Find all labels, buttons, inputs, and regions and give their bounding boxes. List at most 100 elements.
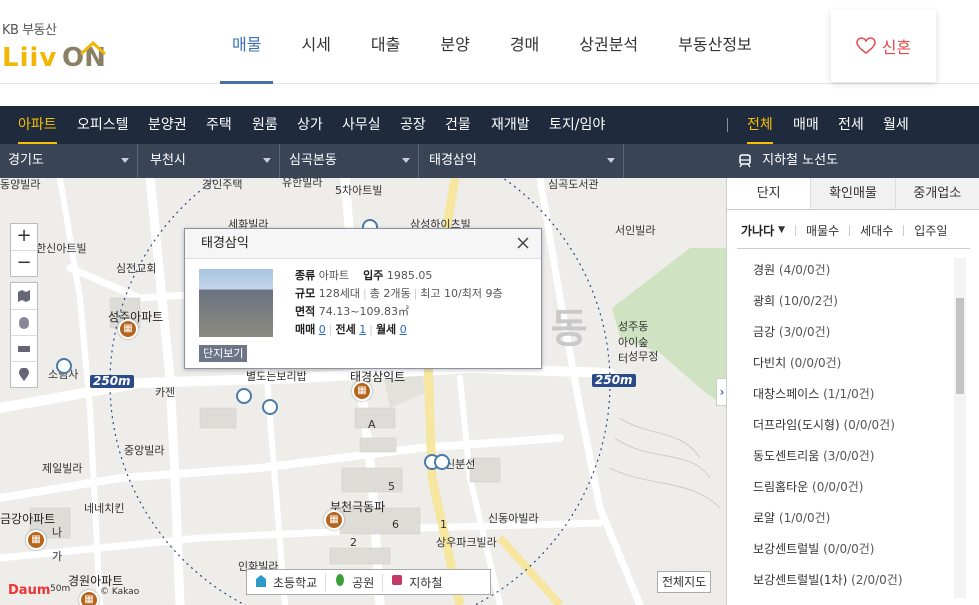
jeonse-count-link[interactable]: 1 (359, 323, 366, 336)
sort-move-in-date[interactable]: 입주일 (914, 222, 947, 239)
deal-jeonse[interactable]: 전세 (838, 106, 864, 144)
category-redevelopment[interactable]: 재개발 (491, 106, 530, 144)
map-view[interactable]: 본 동 동양빌라 경인주택 유한빌라 5차아트빌 심곡도서관 세화빌라 삼성하이… (0, 178, 726, 605)
tab-verified-listings[interactable]: 확인매물 (811, 178, 896, 209)
legend-label: 공원 (352, 575, 375, 590)
category-store[interactable]: 상가 (297, 106, 323, 144)
nav-prices[interactable]: 시세 (281, 0, 350, 84)
zoom-out-button[interactable]: − (11, 250, 37, 276)
popup-info: 종류 아파트 입주 1985.05 규모 128세대 | 총 2개동 | 최고 10/최… (295, 269, 503, 336)
move-in-label: 입주 (363, 269, 384, 282)
bus-stop-icon[interactable] (434, 454, 450, 470)
kb-liiv-on-logo[interactable]: KB 부동산 Liiv ON (0, 17, 110, 73)
bus-stop-icon[interactable] (236, 388, 252, 404)
zoom-control: + − (10, 223, 38, 277)
deal-all[interactable]: 전체 (747, 106, 773, 144)
sigungu-select[interactable]: 부천시 (142, 144, 280, 178)
apartment-marker-icon[interactable]: ▦ (79, 590, 99, 605)
map-label: 동양빌라 (0, 178, 41, 191)
dong-select[interactable]: 심곡본동 (281, 144, 419, 178)
category-oneroom[interactable]: 원룸 (252, 106, 278, 144)
tab-complex[interactable]: 단지 (727, 178, 812, 209)
measure-distance-button[interactable] (11, 335, 37, 361)
map-type-button[interactable] (11, 283, 37, 309)
map-label: 성무정 (628, 350, 659, 363)
deal-monthly[interactable]: 월세 (883, 106, 909, 144)
deal-sale[interactable]: 매매 (793, 106, 819, 144)
newlywed-button[interactable]: 신혼 (831, 10, 936, 82)
complex-list-item[interactable]: 광희 (10/0/2건) (753, 289, 903, 320)
close-icon[interactable] (515, 235, 531, 251)
category-presale-right[interactable]: 분양권 (148, 106, 187, 144)
nav-listings[interactable]: 매물 (212, 0, 281, 84)
nav-realestate-info[interactable]: 부동산정보 (658, 0, 772, 84)
nav-presale[interactable]: 분양 (420, 0, 489, 84)
apartment-marker-icon[interactable]: ▦ (352, 381, 372, 401)
sort-listing-count[interactable]: 매물수 (806, 222, 839, 239)
legend-park[interactable]: 공원 (325, 573, 382, 591)
map-label: 나 (52, 526, 63, 539)
category-land[interactable]: 토지/임야 (549, 106, 605, 144)
category-building[interactable]: 건물 (445, 106, 471, 144)
scrollbar-thumb[interactable] (956, 298, 964, 394)
complex-list-item[interactable]: 다빈치 (0/0/0건) (753, 351, 903, 382)
complex-list-item[interactable]: 드림홈타운 (0/0/0건) (753, 475, 903, 506)
sido-select[interactable]: 경기도 (0, 144, 138, 178)
apartment-marker-icon[interactable]: ▦ (26, 530, 46, 550)
category-factory[interactable]: 공장 (400, 106, 426, 144)
collapse-panel-button[interactable]: › (716, 378, 726, 406)
category-apartment[interactable]: 아파트 (18, 106, 57, 144)
map-label: 2 (350, 536, 357, 549)
chevron-down-icon (121, 158, 129, 163)
sort-alphabetical[interactable]: 가나다 (741, 222, 774, 239)
map-tool-palette (10, 282, 38, 388)
map-label: 심전교회 (116, 262, 157, 275)
heart-icon (856, 37, 876, 54)
complex-list-item[interactable]: 더프라임(도시형) (0/0/0건) (753, 413, 903, 444)
map-label: 네네치킨 (84, 502, 125, 515)
bus-stop-icon[interactable] (262, 399, 278, 415)
category-officetel[interactable]: 오피스텔 (77, 106, 129, 144)
complex-list-item[interactable]: 보강센트럴빌 (0/0/0건) (753, 537, 903, 568)
chevron-down-icon (607, 158, 615, 163)
bus-stop-icon[interactable] (56, 358, 72, 374)
sale-count-link[interactable]: 0 (319, 323, 326, 336)
complex-list-item[interactable]: 금강 (3/0/0건) (753, 320, 903, 351)
full-map-button[interactable]: 전체지도 (657, 571, 712, 593)
apartment-marker-icon[interactable]: ▦ (324, 510, 344, 530)
complex-list-item[interactable]: 대창스페이스 (1/1/0건) (753, 382, 903, 413)
legend-subway[interactable]: 지하철 (382, 573, 450, 591)
property-category-bar: 아파트 오피스텔 분양권 주택 원룸 상가 사무실 공장 건물 재개발 토지/임… (0, 106, 979, 144)
legend-elementary-school[interactable]: 초등학교 (247, 574, 325, 591)
mouse-mode-button[interactable] (11, 309, 37, 335)
logo-liiv-text: Liiv (2, 43, 58, 73)
jeonse-label: 전세 (335, 323, 356, 336)
category-office[interactable]: 사무실 (342, 106, 381, 144)
complex-select[interactable]: 태경삼익 (421, 144, 624, 178)
view-complex-button[interactable]: 단지보기 (199, 345, 248, 362)
main-nav: 매물 시세 대출 분양 경매 상권분석 부동산정보 (212, 0, 772, 84)
apartment-marker-icon[interactable]: ▦ (118, 319, 138, 339)
category-house[interactable]: 주택 (206, 106, 232, 144)
subway-map-button[interactable]: 지하철 노선도 (738, 144, 838, 178)
popup-title: 태경삼익 (185, 229, 541, 259)
zoom-in-button[interactable]: + (11, 224, 37, 250)
nav-commercial-analysis[interactable]: 상권분석 (559, 0, 658, 84)
complex-list-item[interactable]: 경원 (4/0/0건) (753, 258, 903, 289)
complex-list-item[interactable]: 보강센트럴빌(1차) (2/0/0건) (753, 568, 903, 599)
logo-kb-text: KB 부동산 (2, 23, 57, 38)
nav-auction[interactable]: 경매 (490, 0, 559, 84)
complex-list-item[interactable]: 동도센트리움 (3/0/0건) (753, 444, 903, 475)
map-label: 가 (52, 550, 63, 563)
newlywed-label: 신혼 (881, 38, 912, 57)
tab-agencies[interactable]: 중개업소 (896, 178, 979, 209)
nav-loans[interactable]: 대출 (351, 0, 420, 84)
current-location-button[interactable] (11, 361, 37, 387)
complex-list-item[interactable]: 로얄 (1/0/0건) (753, 506, 903, 537)
list-scrollbar[interactable] (954, 258, 966, 598)
scale-label: 규모 (295, 287, 316, 300)
subway-icon (391, 574, 403, 591)
monthly-count-link[interactable]: 0 (400, 323, 407, 336)
map-label: 1 (440, 518, 447, 531)
sort-households[interactable]: 세대수 (860, 222, 893, 239)
